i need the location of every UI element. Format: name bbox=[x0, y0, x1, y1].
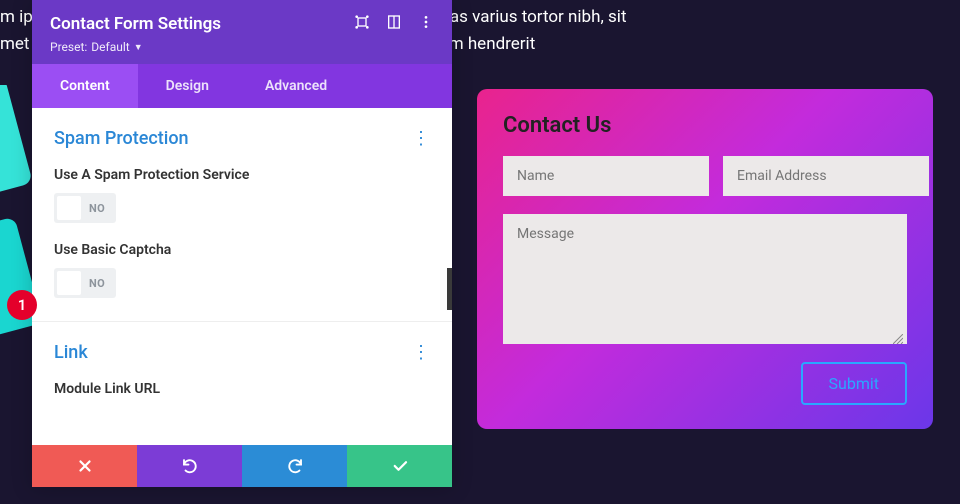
tab-design[interactable]: Design bbox=[138, 64, 237, 108]
resize-grip-icon bbox=[893, 334, 903, 344]
toggle-knob bbox=[57, 271, 81, 295]
panel-header: Contact Form Settings Preset: Default ▼ bbox=[32, 0, 452, 64]
toggle-state: NO bbox=[81, 202, 113, 215]
section-options-icon[interactable]: ⋮ bbox=[412, 344, 430, 362]
panel-tabs: Content Design Advanced bbox=[32, 64, 452, 108]
panel-title: Contact Form Settings bbox=[50, 14, 354, 34]
field-label-module-link-url: Module Link URL bbox=[54, 381, 430, 397]
email-field[interactable] bbox=[723, 156, 929, 196]
section-title: Link bbox=[54, 342, 88, 363]
redo-button[interactable] bbox=[242, 445, 347, 487]
step-marker-1: 1 bbox=[7, 290, 37, 320]
more-icon[interactable] bbox=[418, 14, 434, 34]
expand-icon[interactable] bbox=[354, 14, 370, 34]
undo-button[interactable] bbox=[137, 445, 242, 487]
toggle-knob bbox=[57, 196, 81, 220]
section-title: Spam Protection bbox=[54, 128, 189, 149]
panel-footer bbox=[32, 445, 452, 487]
save-button[interactable] bbox=[347, 445, 452, 487]
tab-content[interactable]: Content bbox=[32, 64, 138, 108]
section-spam-protection: Spam Protection ⋮ Use A Spam Protection … bbox=[32, 108, 452, 322]
preset-label: Preset: bbox=[50, 40, 87, 54]
panel-body: Spam Protection ⋮ Use A Spam Protection … bbox=[32, 108, 452, 445]
tab-advanced[interactable]: Advanced bbox=[237, 64, 355, 108]
message-field[interactable] bbox=[503, 214, 907, 344]
submit-button[interactable]: Submit bbox=[801, 362, 907, 405]
toggle-state: NO bbox=[81, 277, 113, 290]
toggle-basic-captcha[interactable]: NO bbox=[54, 268, 116, 298]
preset-selector[interactable]: Preset: Default ▼ bbox=[50, 40, 434, 54]
cancel-button[interactable] bbox=[32, 445, 137, 487]
preset-value: Default bbox=[91, 40, 129, 54]
form-title: Contact Us bbox=[503, 113, 907, 138]
name-field[interactable] bbox=[503, 156, 709, 196]
scrollbar-thumb[interactable] bbox=[447, 268, 452, 310]
toggle-spam-service[interactable]: NO bbox=[54, 193, 116, 223]
layout-icon[interactable] bbox=[386, 14, 402, 34]
settings-panel: Contact Form Settings Preset: Default ▼ … bbox=[32, 0, 452, 487]
section-link: Link ⋮ Module Link URL bbox=[32, 322, 452, 427]
field-label-basic-captcha: Use Basic Captcha bbox=[54, 242, 430, 258]
field-label-spam-service: Use A Spam Protection Service bbox=[54, 167, 430, 183]
contact-form-preview: Contact Us Submit bbox=[477, 89, 933, 429]
section-options-icon[interactable]: ⋮ bbox=[412, 130, 430, 148]
chevron-down-icon: ▼ bbox=[134, 42, 143, 53]
